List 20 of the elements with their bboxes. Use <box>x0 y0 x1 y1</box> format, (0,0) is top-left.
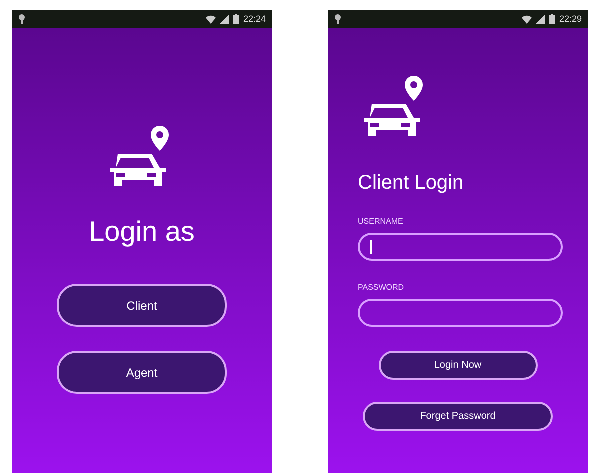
input-field[interactable] <box>358 233 563 261</box>
signal-icon <box>536 14 546 24</box>
notification-icon <box>334 14 342 24</box>
battery-icon <box>233 14 240 24</box>
login-button[interactable]: Login Now <box>378 351 538 380</box>
notification-icon <box>18 14 26 24</box>
screen-title: Client Login <box>358 172 465 195</box>
role-button[interactable]: Agent <box>57 351 227 394</box>
wifi-icon <box>206 14 216 24</box>
status-time: 22:29 <box>559 14 582 24</box>
field-label: USERNAME <box>358 217 404 226</box>
field-label: PASSWORD <box>358 283 406 292</box>
signal-icon <box>220 14 230 24</box>
role-button[interactable]: Client <box>57 284 227 327</box>
forgot-password-button[interactable]: Forget Password <box>363 402 553 431</box>
wifi-icon <box>522 14 532 24</box>
status-time: 22:24 <box>243 14 266 24</box>
input-field[interactable] <box>358 299 563 327</box>
screen-title: Login as <box>89 216 195 248</box>
battery-icon <box>549 14 556 24</box>
